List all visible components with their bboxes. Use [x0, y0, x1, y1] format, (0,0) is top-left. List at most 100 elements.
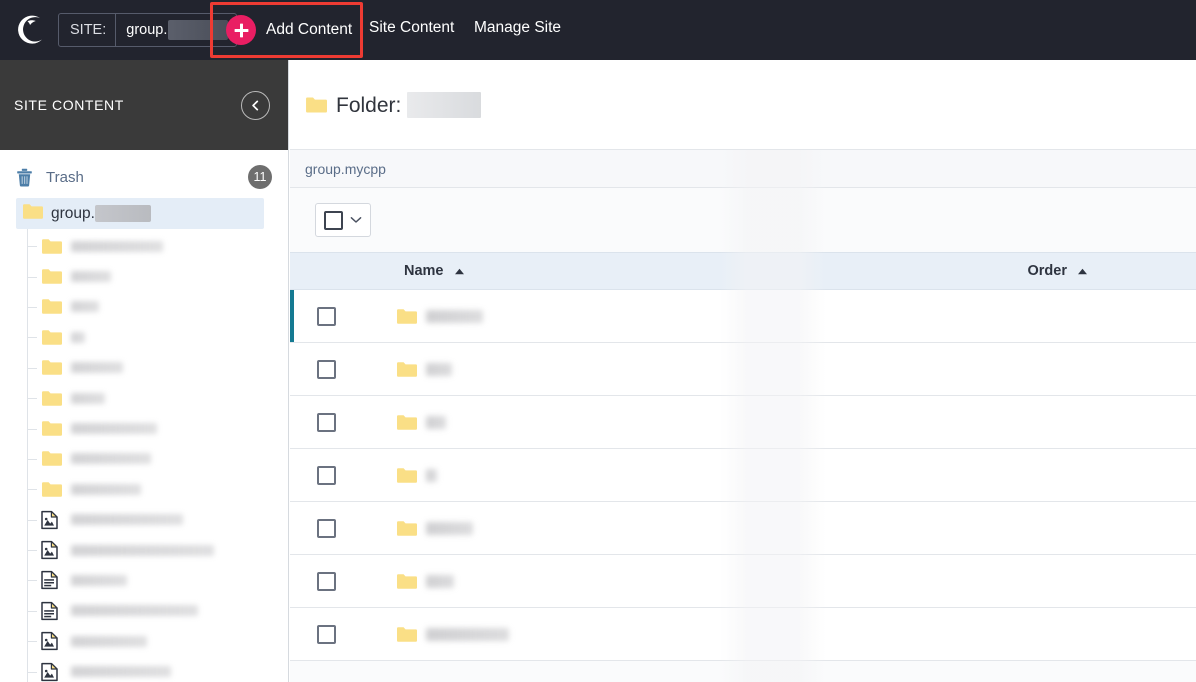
folder-icon	[22, 203, 43, 225]
tree-item[interactable]	[28, 656, 288, 682]
add-content-label: Add Content	[266, 21, 353, 38]
column-header-name[interactable]: Name	[404, 263, 465, 279]
site-selector-value: group.	[126, 22, 168, 38]
site-content-sidebar: SITE CONTENT Trash 11 group.	[0, 60, 289, 682]
row-checkbox[interactable]	[317, 571, 336, 591]
folder-icon	[396, 520, 417, 537]
tree-item[interactable]	[28, 292, 288, 322]
tree-item-trash[interactable]: Trash 11	[0, 160, 288, 194]
tree-item-label	[71, 453, 151, 465]
tree-item-label	[71, 483, 141, 495]
page-title: Folder:	[336, 91, 482, 118]
table-toolbar	[290, 188, 1196, 252]
row-checkbox[interactable]	[317, 465, 336, 485]
tree-item[interactable]	[28, 322, 288, 352]
tree-item[interactable]	[28, 413, 288, 443]
row-checkbox[interactable]	[317, 518, 336, 538]
tree-item[interactable]	[28, 261, 288, 291]
tree-item[interactable]	[28, 505, 288, 535]
sidebar-header: SITE CONTENT	[0, 60, 288, 150]
folder-icon	[41, 268, 63, 286]
table-row[interactable]: 7F	[290, 343, 1196, 396]
tree-item[interactable]	[28, 444, 288, 474]
tree-item[interactable]	[28, 353, 288, 383]
nav-manage-site[interactable]: Manage Site	[474, 19, 561, 37]
folder-icon	[41, 389, 63, 407]
tree-item-trash-label: Trash	[46, 168, 84, 186]
tree-item-label	[71, 666, 171, 678]
trash-icon	[16, 168, 38, 187]
row-checkbox[interactable]	[317, 624, 336, 644]
select-all-checkbox[interactable]	[324, 210, 343, 230]
folder-icon	[396, 308, 417, 325]
tree-item-label	[71, 392, 105, 404]
table-row[interactable]: 13F	[290, 502, 1196, 555]
content-tree-children	[27, 229, 288, 682]
table-row[interactable]: 14F	[290, 555, 1196, 608]
table-row[interactable]: 9F	[290, 290, 1196, 343]
folder-icon	[396, 414, 417, 431]
nav-site-content[interactable]: Site Content	[369, 19, 454, 37]
row-name-label	[426, 309, 483, 323]
chevron-left-icon[interactable]	[241, 90, 270, 120]
tree-item-label	[71, 271, 111, 283]
tree-item-label	[71, 301, 99, 313]
column-header-order-label: Order	[1027, 263, 1068, 279]
breadcrumb-site-link[interactable]: group.mycpp	[305, 161, 386, 177]
folder-icon	[396, 361, 417, 378]
page-title-redaction	[407, 91, 482, 118]
image-file-icon	[41, 662, 63, 681]
row-checkbox[interactable]	[317, 412, 336, 432]
tree-item[interactable]	[28, 474, 288, 504]
row-name-label	[426, 362, 452, 376]
row-name-label	[426, 627, 509, 641]
table-body: 9F7F8F12F13F14F20F	[290, 290, 1196, 661]
folder-icon	[396, 573, 417, 590]
tree-item-label	[71, 605, 198, 617]
row-checkbox[interactable]	[317, 306, 336, 326]
folder-icon	[41, 420, 63, 438]
select-all-dropdown[interactable]	[315, 203, 371, 237]
row-checkbox[interactable]	[317, 359, 336, 379]
tree-item-label	[71, 544, 214, 556]
tree-item[interactable]	[28, 535, 288, 565]
chevron-down-icon	[350, 211, 362, 229]
tree-item-label	[71, 331, 85, 343]
add-content-button[interactable]: Add Content	[226, 13, 352, 47]
tree-item[interactable]	[28, 231, 288, 261]
folder-icon	[305, 96, 327, 114]
column-header-order[interactable]: Order	[1028, 263, 1089, 279]
caret-up-icon	[454, 268, 465, 275]
tree-item[interactable]	[28, 626, 288, 656]
tree-item[interactable]	[28, 565, 288, 595]
tree-item[interactable]	[28, 596, 288, 626]
tree-item-label	[71, 574, 127, 586]
row-name-label	[426, 415, 446, 429]
content-table: Name Order T 9F7F8F12F13F14F20F	[290, 252, 1196, 661]
tree-item-site-root-label: group.	[51, 204, 95, 222]
row-name-label	[426, 521, 473, 535]
row-name-label	[426, 574, 454, 588]
site-selector-value-wrap: group.	[116, 14, 236, 46]
document-file-icon	[41, 601, 63, 621]
folder-icon	[41, 328, 63, 346]
tree-item-label	[71, 362, 123, 374]
tree-item-label	[71, 423, 157, 435]
folder-icon	[41, 237, 63, 255]
page-header: Folder:	[290, 60, 1196, 150]
tree-item[interactable]	[28, 383, 288, 413]
site-selector[interactable]: SITE: group.	[58, 13, 238, 47]
table-row[interactable]: 12F	[290, 449, 1196, 502]
tree-item-label	[71, 240, 163, 252]
row-name-label	[426, 468, 437, 482]
table-header-row: Name Order T	[290, 252, 1196, 290]
image-file-icon	[41, 632, 63, 651]
table-row[interactable]: 8F	[290, 396, 1196, 449]
image-file-icon	[41, 540, 63, 560]
cascade-crescent-logo[interactable]	[8, 0, 54, 60]
tree-item-site-root[interactable]: group.	[16, 198, 264, 229]
trash-count-badge: 11	[248, 165, 272, 189]
content-tree[interactable]: Trash 11 group.	[0, 150, 288, 682]
site-selector-label: SITE:	[59, 14, 117, 46]
table-row[interactable]: 20F	[290, 608, 1196, 661]
